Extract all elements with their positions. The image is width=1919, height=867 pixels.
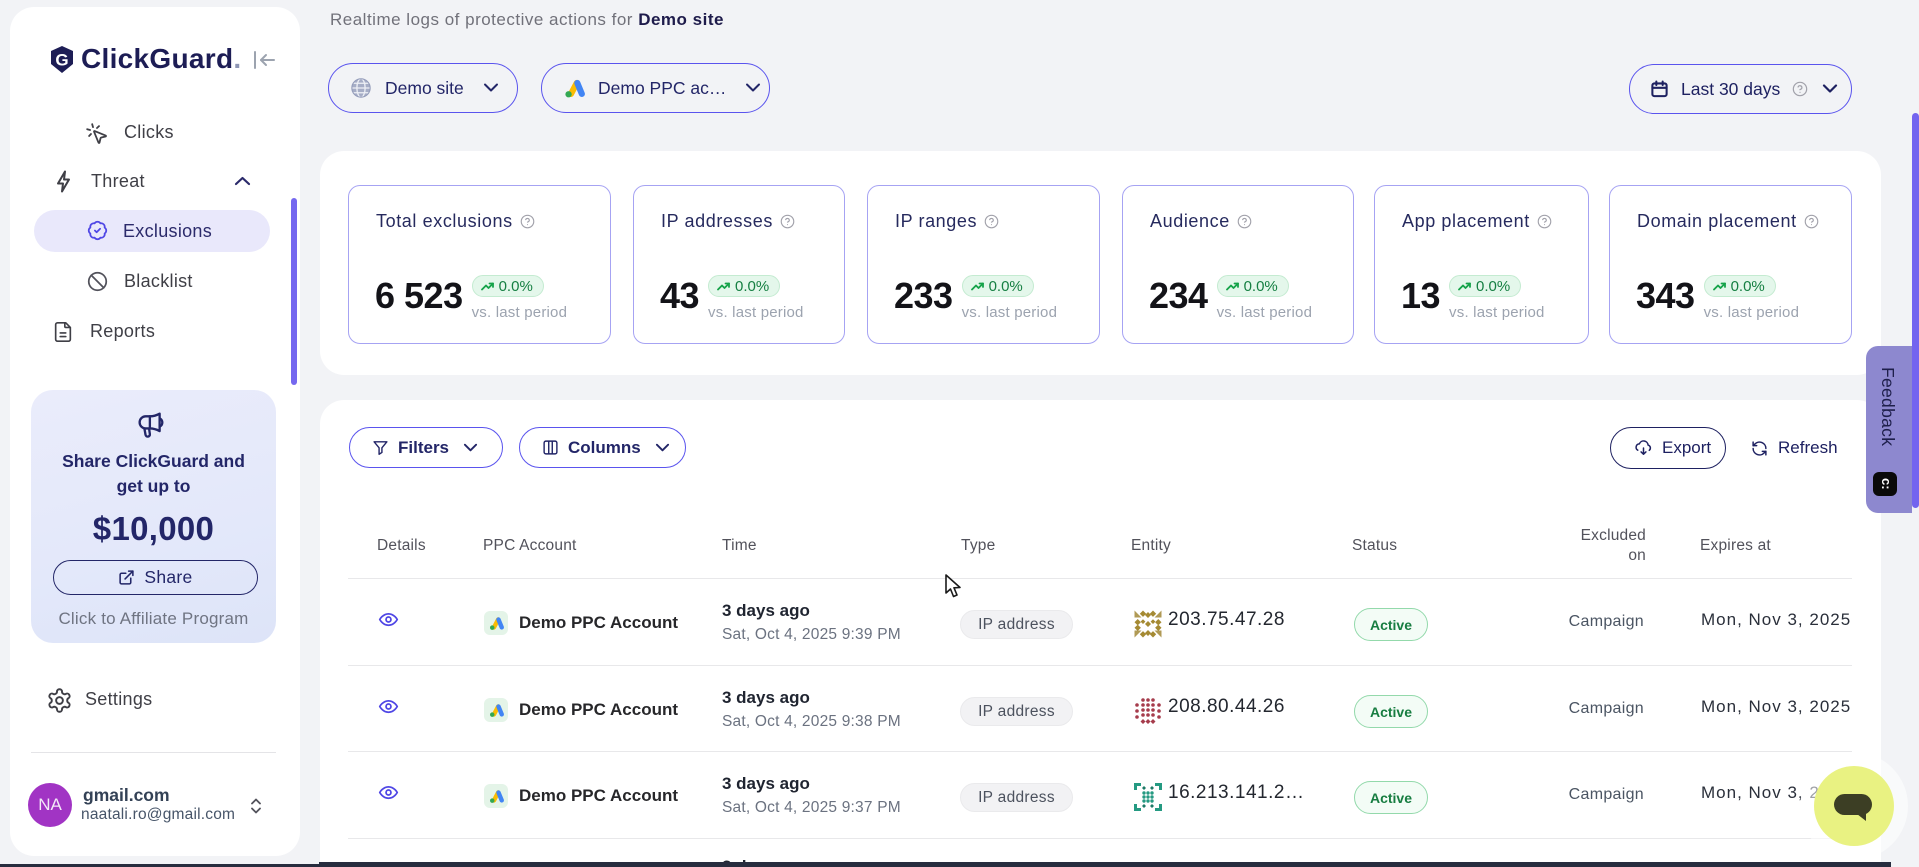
svg-text:G: G <box>55 51 68 70</box>
